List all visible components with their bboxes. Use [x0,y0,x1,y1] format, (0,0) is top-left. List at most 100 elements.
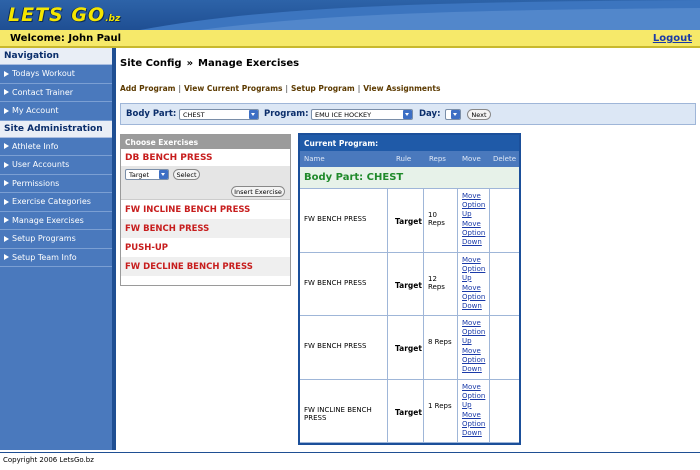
program-subnav: Add Program | View Current Programs | Setup … [120,84,441,93]
rule-value: Target [395,280,422,290]
rule-select[interactable]: Target [125,169,169,180]
reps-cell: 12 Reps [424,252,458,315]
move-option-up-link[interactable]: Move Option Up [462,256,485,284]
chevron-down-icon [451,110,460,119]
column-rule: Rule [396,155,412,163]
arrow-icon [4,254,9,260]
arrow-icon [4,217,9,223]
lets-go-logo[interactable]: LETS GO.bz [8,4,120,26]
name-cell: FW BENCH PRESS [300,316,388,379]
chevron-down-icon [249,110,258,119]
breadcrumb-current: Manage Exercises [198,58,300,69]
body-part-heading: Body Part: CHEST [300,167,519,189]
table-row: FW BENCH PRESS Target 8 Reps Move Option Up Mo… [300,316,519,380]
choose-exercises-panel: Choose Exercises DB BENCH PRESS Target S… [120,134,291,286]
column-name: Name [304,155,325,163]
column-reps: Reps [429,155,446,163]
exercise-name: FW BENCH PRESS [304,342,367,350]
reps-value: 12 Reps [428,274,445,291]
sidebar: Navigation Todays Workout Contact Traine… [0,48,116,450]
program-label: Program: [264,109,309,119]
body-part-label: Body Part: [126,109,177,119]
sidebar-item-todays-workout[interactable]: Todays Workout [0,65,112,84]
rule-value: Target [395,407,422,417]
name-cell: FW BENCH PRESS [300,252,388,315]
move-option-down-link[interactable]: Move Option Down [462,347,485,375]
program-select[interactable]: EMU ICE HOCKEY [311,109,413,120]
reps-cell: 10 Reps [424,189,458,252]
sidebar-item-my-account[interactable]: My Account [0,102,112,121]
reps-value: 10 Reps [428,211,445,227]
sidebar-item-setup-team-info[interactable]: Setup Team Info [0,249,112,267]
exercise-item[interactable]: FW DECLINE BENCH PRESS [121,257,290,276]
filter-bar: Body Part: CHEST Program: EMU ICE HOCKEY… [120,103,696,125]
sidebar-item-athlete-info[interactable]: Athlete Info [0,138,112,156]
exercise-item[interactable]: PUSH-UP [121,238,290,257]
setup-program-link[interactable]: Setup Program [291,84,355,93]
insert-exercise-button[interactable]: Insert Exercise [231,186,285,197]
move-option-up-link[interactable]: Move Option Up [462,383,485,411]
admin-heading: Site Administration [0,120,112,138]
breadcrumb-root: Site Config [120,58,182,69]
rule-cell: Target [388,379,424,442]
rule-value: Target [395,344,422,353]
move-cell: Move Option Up Move Option Down [458,189,490,252]
arrow-icon [4,70,9,77]
sidebar-item-manage-exercises[interactable]: Manage Exercises [0,212,112,230]
move-option-up-link[interactable]: Move Option Up [462,192,485,220]
exercise-name: FW BENCH PRESS [304,215,367,223]
reps-value: 1 Reps [428,401,452,410]
move-option-down-link[interactable]: Move Option Down [462,220,485,248]
arrow-icon [4,143,9,149]
day-select[interactable]: 1 [445,109,461,120]
reps-cell: 8 Reps [424,316,458,379]
add-program-link[interactable]: Add Program [120,84,175,93]
delete-cell[interactable] [490,253,519,316]
move-cell: Move Option Up Move Option Down [458,316,490,379]
nav-heading: Navigation [0,48,112,65]
exercise-item[interactable]: FW INCLINE BENCH PRESS [121,200,290,219]
delete-cell[interactable] [490,380,519,443]
view-current-programs-link[interactable]: View Current Programs [184,84,283,93]
move-option-down-link[interactable]: Move Option Down [462,284,485,312]
exercise-name: FW BENCH PRESS [304,278,367,287]
arrow-icon [4,89,9,95]
arrow-icon [4,161,9,168]
selected-exercise: DB BENCH PRESS [125,153,213,163]
name-cell: FW INCLINE BENCH PRESS [300,379,388,442]
delete-cell[interactable] [490,189,519,252]
chevron-down-icon [403,110,412,119]
sidebar-item-permissions[interactable]: Permissions [0,175,112,193]
sidebar-item-exercise-categories[interactable]: Exercise Categories [0,193,112,212]
reps-value: 8 Reps [428,338,452,346]
footer: Copyright 2006 LetsGo.bz [0,452,700,470]
table-row: FW INCLINE BENCH PRESS Target 1 Reps Move Op… [300,379,519,443]
welcome-message: Welcome: John Paul [10,33,122,44]
program-rows: FW BENCH PRESS Target 10 Reps Move Option Up M… [300,189,519,443]
rule-cell: Target [388,316,424,379]
move-option-up-link[interactable]: Move Option Up [462,319,485,347]
move-option-down-link[interactable]: Move Option Down [462,411,485,439]
welcome-bar: Welcome: John Paul Logout [0,30,700,48]
table-header: Name Rule Reps Move Delete [300,151,519,167]
column-move: Move [462,155,481,163]
main-content: Site Config » Manage Exercises Add Program… [120,48,700,450]
next-button[interactable]: Next [467,109,491,120]
exercise-item[interactable]: FW BENCH PRESS [121,219,290,238]
name-cell: FW BENCH PRESS [300,189,388,252]
day-label: Day: [419,109,441,119]
body-part-select[interactable]: CHEST [179,109,259,120]
select-button[interactable]: Select [173,169,200,180]
sidebar-item-user-accounts[interactable]: User Accounts [0,156,112,175]
sidebar-item-contact-trainer[interactable]: Contact Trainer [0,84,112,102]
header-wave-graphic [140,0,700,30]
move-cell: Move Option Up Move Option Down [458,379,490,442]
view-assignments-link[interactable]: View Assignments [363,84,440,93]
rule-cell: Target [388,189,424,252]
sidebar-item-setup-programs[interactable]: Setup Programs [0,230,112,249]
rule-cell: Target [388,252,424,315]
current-program-heading: Current Program: [300,135,519,151]
delete-cell[interactable] [490,316,519,379]
logout-link[interactable]: Logout [653,33,692,44]
breadcrumb-separator: » [186,58,194,69]
